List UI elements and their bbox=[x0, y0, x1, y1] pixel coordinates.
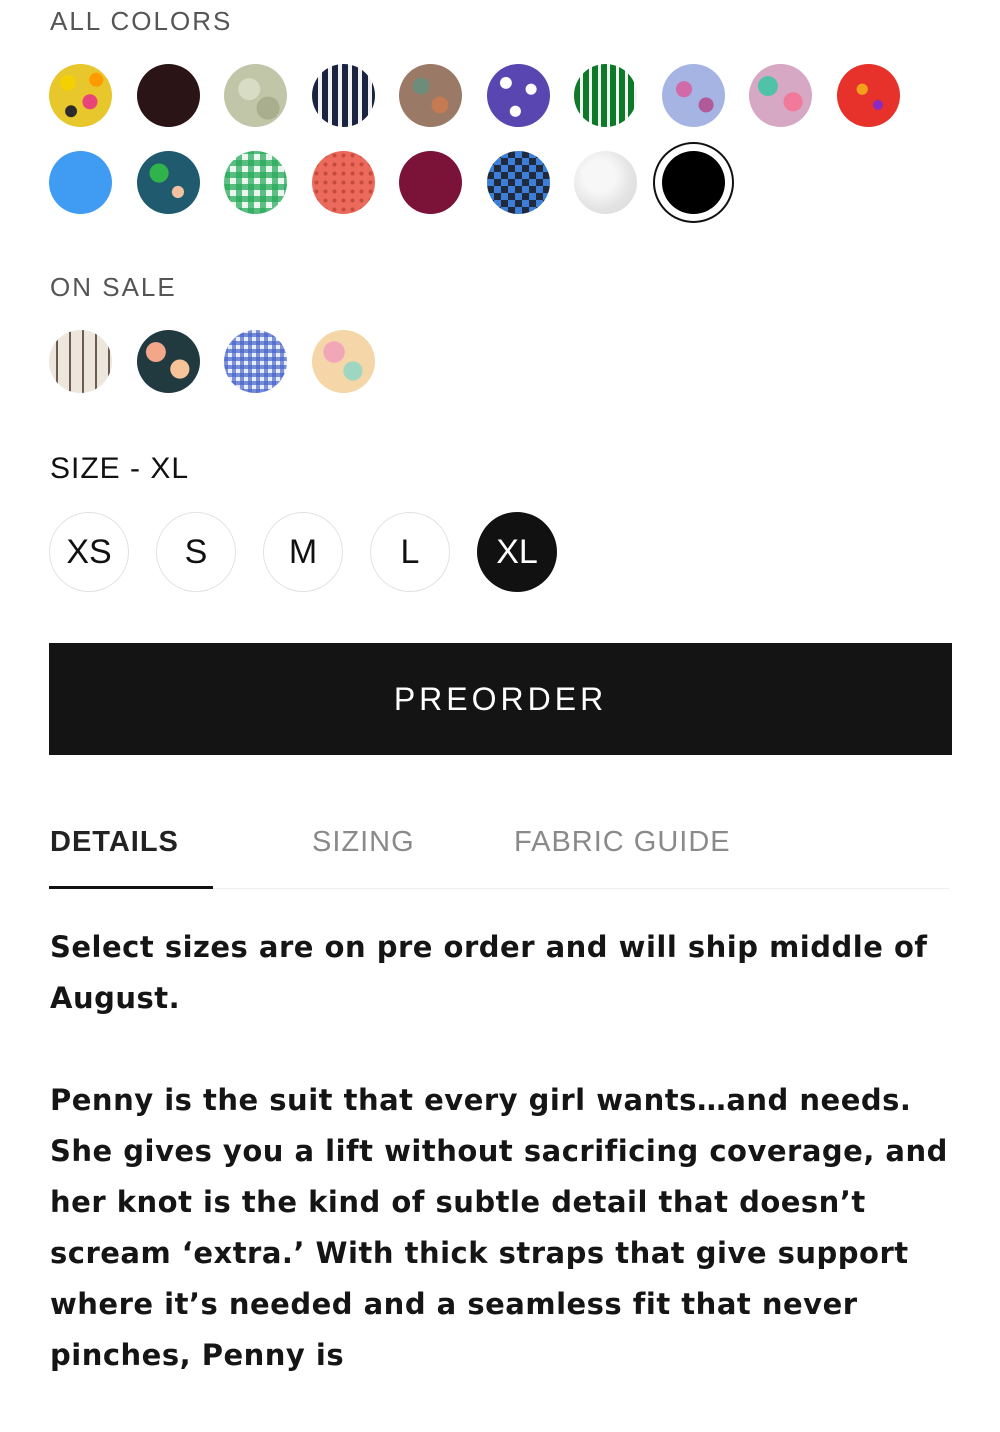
color-swatch-sage-texture[interactable] bbox=[224, 64, 287, 127]
color-swatch-lavender-floral[interactable] bbox=[661, 64, 725, 127]
product-info-tabs: DETAILS SIZING FABRIC GUIDE bbox=[49, 812, 949, 889]
color-swatch-brown-floral[interactable] bbox=[399, 64, 462, 127]
color-swatch-purple-stars[interactable] bbox=[486, 64, 550, 127]
color-swatch-navy-white-stripe[interactable] bbox=[311, 64, 375, 127]
all-colors-row-2 bbox=[49, 142, 909, 223]
size-l-button[interactable]: L bbox=[370, 512, 450, 592]
color-swatch-burgundy[interactable] bbox=[399, 151, 462, 214]
color-swatch-blue-gingham[interactable] bbox=[224, 330, 287, 393]
color-swatch-red-paisley[interactable] bbox=[836, 64, 900, 127]
preorder-button[interactable]: PREORDER bbox=[49, 643, 952, 755]
color-swatch-green-stripe[interactable] bbox=[574, 64, 637, 127]
size-s-button[interactable]: S bbox=[156, 512, 236, 592]
color-swatch-blue-checker[interactable] bbox=[486, 151, 550, 214]
tab-fabric-guide[interactable]: FABRIC GUIDE bbox=[514, 826, 731, 859]
color-swatch-pastel-tropical[interactable] bbox=[749, 64, 812, 127]
size-m-button[interactable]: M bbox=[263, 512, 343, 592]
color-swatch-navy-peach-floral[interactable] bbox=[136, 330, 200, 393]
on-sale-heading: ON SALE bbox=[50, 272, 177, 302]
color-swatch-pastel-watercolor[interactable] bbox=[311, 330, 375, 393]
on-sale-row bbox=[49, 330, 449, 394]
color-swatch-sky-blue[interactable] bbox=[49, 151, 112, 214]
color-swatch-white-textured[interactable] bbox=[574, 151, 637, 214]
details-paragraph: Select sizes are on pre order and will s… bbox=[50, 930, 928, 1015]
color-swatch-dark-brown[interactable] bbox=[136, 64, 200, 127]
size-heading: SIZE - XL bbox=[50, 452, 190, 485]
all-colors-row-1 bbox=[49, 64, 909, 128]
color-swatch-ikat-stripe[interactable] bbox=[49, 330, 112, 393]
tab-sizing[interactable]: SIZING bbox=[312, 826, 415, 859]
size-xl-button[interactable]: XL bbox=[477, 512, 557, 592]
details-panel: Select sizes are on pre order and will s… bbox=[50, 922, 950, 1432]
color-swatch-yellow-floral[interactable] bbox=[49, 64, 112, 127]
color-swatch-black[interactable] bbox=[652, 142, 734, 223]
color-swatch-palm-leaf[interactable] bbox=[136, 151, 200, 214]
color-swatch-green-gingham[interactable] bbox=[224, 151, 287, 214]
active-tab-indicator bbox=[49, 886, 213, 889]
tab-details[interactable]: DETAILS bbox=[50, 826, 179, 859]
size-xs-button[interactable]: XS bbox=[49, 512, 129, 592]
details-paragraph: Penny is the suit that every girl wants…… bbox=[50, 1083, 948, 1372]
all-colors-heading: ALL COLORS bbox=[50, 6, 233, 36]
color-swatch-coral-dot[interactable] bbox=[311, 151, 375, 214]
